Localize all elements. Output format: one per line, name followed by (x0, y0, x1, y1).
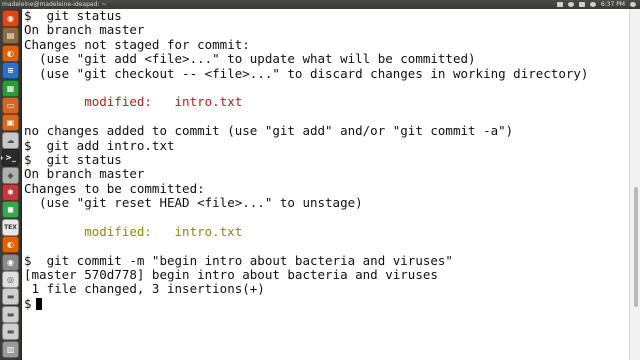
terminal-line: (use "git add <file>..." to update what … (24, 51, 476, 67)
ubuntu-dash-glyph: ◉ (7, 14, 14, 23)
trash-glyph: ▥ (6, 344, 15, 354)
launcher-software-center-icon[interactable]: ▣ (2, 114, 19, 132)
launcher-chrome-icon[interactable]: ◎ (2, 271, 19, 288)
launcher-libreoffice-writer-icon[interactable]: ≡ (2, 62, 19, 80)
terminal-line: no changes added to commit (use "git add… (24, 123, 514, 139)
drive-3-glyph: ▬ (6, 327, 15, 337)
terminal-line: On branch master (24, 22, 145, 38)
drive-2-glyph: ▬ (6, 309, 15, 319)
launcher-app-green-icon[interactable]: ◼ (2, 201, 19, 219)
terminal-line: modified: intro.txt (24, 94, 243, 110)
terminal-line: (use "git reset HEAD <file>..." to unsta… (24, 195, 363, 211)
libreoffice-impress-glyph: ▭ (6, 101, 15, 110)
terminal-line: 1 file changed, 3 insertions(+) (24, 281, 265, 297)
texmaker-glyph: TEX (4, 223, 17, 231)
terminal-line: $ git add intro.txt (24, 137, 175, 153)
terminal-line: $ git status (24, 151, 122, 167)
app-red-glyph: ✱ (7, 188, 14, 197)
chrome-glyph: ◎ (7, 275, 14, 284)
launcher-firefox-icon[interactable]: ◐ (2, 44, 19, 62)
prompt-symbol: $ (24, 295, 32, 311)
terminal-line: Changes not staged for commit: (24, 36, 250, 52)
launcher-files-icon[interactable]: ▤ (2, 27, 19, 45)
ubuntu-one-glyph: ☁ (6, 135, 15, 145)
text-cursor (35, 297, 42, 310)
launcher-app-red-icon[interactable]: ✱ (2, 184, 19, 201)
app-grey-glyph: ◉ (7, 257, 14, 267)
software-center-glyph: ▣ (6, 118, 15, 128)
terminal-line: $ git status (24, 8, 122, 23)
terminal-line: $ git commit -m "begin intro about bacte… (24, 252, 453, 268)
launcher-ubuntu-one-icon[interactable]: ☁ (2, 131, 19, 149)
terminal-scrollbar[interactable] (629, 9, 640, 360)
terminal-window[interactable]: $ git status On branch master Changes not … (22, 8, 630, 360)
libreoffice-writer-glyph: ≡ (7, 66, 14, 76)
launcher-app-grey-icon[interactable]: ◉ (2, 253, 19, 271)
network-icon[interactable] (567, 2, 574, 7)
volume-icon[interactable] (589, 2, 596, 7)
clock[interactable]: 6:37 PM (601, 0, 625, 9)
launcher-ubuntu-dash-icon[interactable]: ◉ (2, 10, 19, 27)
terminal-line: On branch master (24, 166, 145, 182)
battery-icon[interactable] (578, 2, 585, 7)
launcher-synaptic-icon[interactable]: ◆ (2, 166, 19, 184)
terminal-glyph: >_ (5, 153, 16, 163)
files-glyph: ▤ (6, 31, 15, 41)
power-gear-icon[interactable] (630, 2, 636, 7)
terminal-prompt-line[interactable]: $ (24, 295, 588, 311)
launcher-libreoffice-impress-icon[interactable]: ▭ (2, 97, 19, 114)
scrollbar-thumb[interactable] (634, 187, 638, 307)
indicator-area: 6:37 PM (556, 0, 636, 9)
drive-1-glyph: ▬ (6, 292, 15, 302)
launcher-terminal-icon[interactable]: >_ (1, 149, 19, 167)
launcher-firefox-2-icon[interactable]: ◐ (2, 236, 19, 254)
launcher-drive-2-icon[interactable]: ▬ (2, 305, 19, 323)
terminal-line: [master 570d778] begin intro about bacte… (24, 267, 438, 283)
launcher-drive-3-icon[interactable]: ▬ (2, 323, 19, 341)
terminal-line: modified: intro.txt (24, 223, 243, 239)
firefox-2-glyph: ◐ (7, 240, 14, 250)
launcher: ◉ ▤ ◐ ≡ ▦ ▭ ▣ ☁ >_ ◆ ✱ ◼ TEX ◐ ◉ ◎ ▬ ▬ ▬ ▥ (0, 9, 22, 360)
terminal-line: Changes to be committed: (24, 180, 205, 196)
keyboard-icon[interactable] (556, 2, 563, 7)
terminal-output: $ git status On branch master Changes not … (24, 8, 589, 311)
app-green-glyph: ◼ (7, 205, 14, 215)
synaptic-glyph: ◆ (7, 170, 14, 180)
terminal-line: (use "git checkout -- <file>..." to disc… (24, 65, 589, 81)
launcher-drive-1-icon[interactable]: ▬ (2, 288, 19, 306)
firefox-glyph: ◐ (7, 48, 14, 58)
libreoffice-calc-glyph: ▦ (6, 83, 15, 93)
launcher-trash-icon[interactable]: ▥ (2, 340, 19, 358)
launcher-libreoffice-calc-icon[interactable]: ▦ (2, 79, 19, 97)
launcher-texmaker-icon[interactable]: TEX (2, 218, 19, 236)
